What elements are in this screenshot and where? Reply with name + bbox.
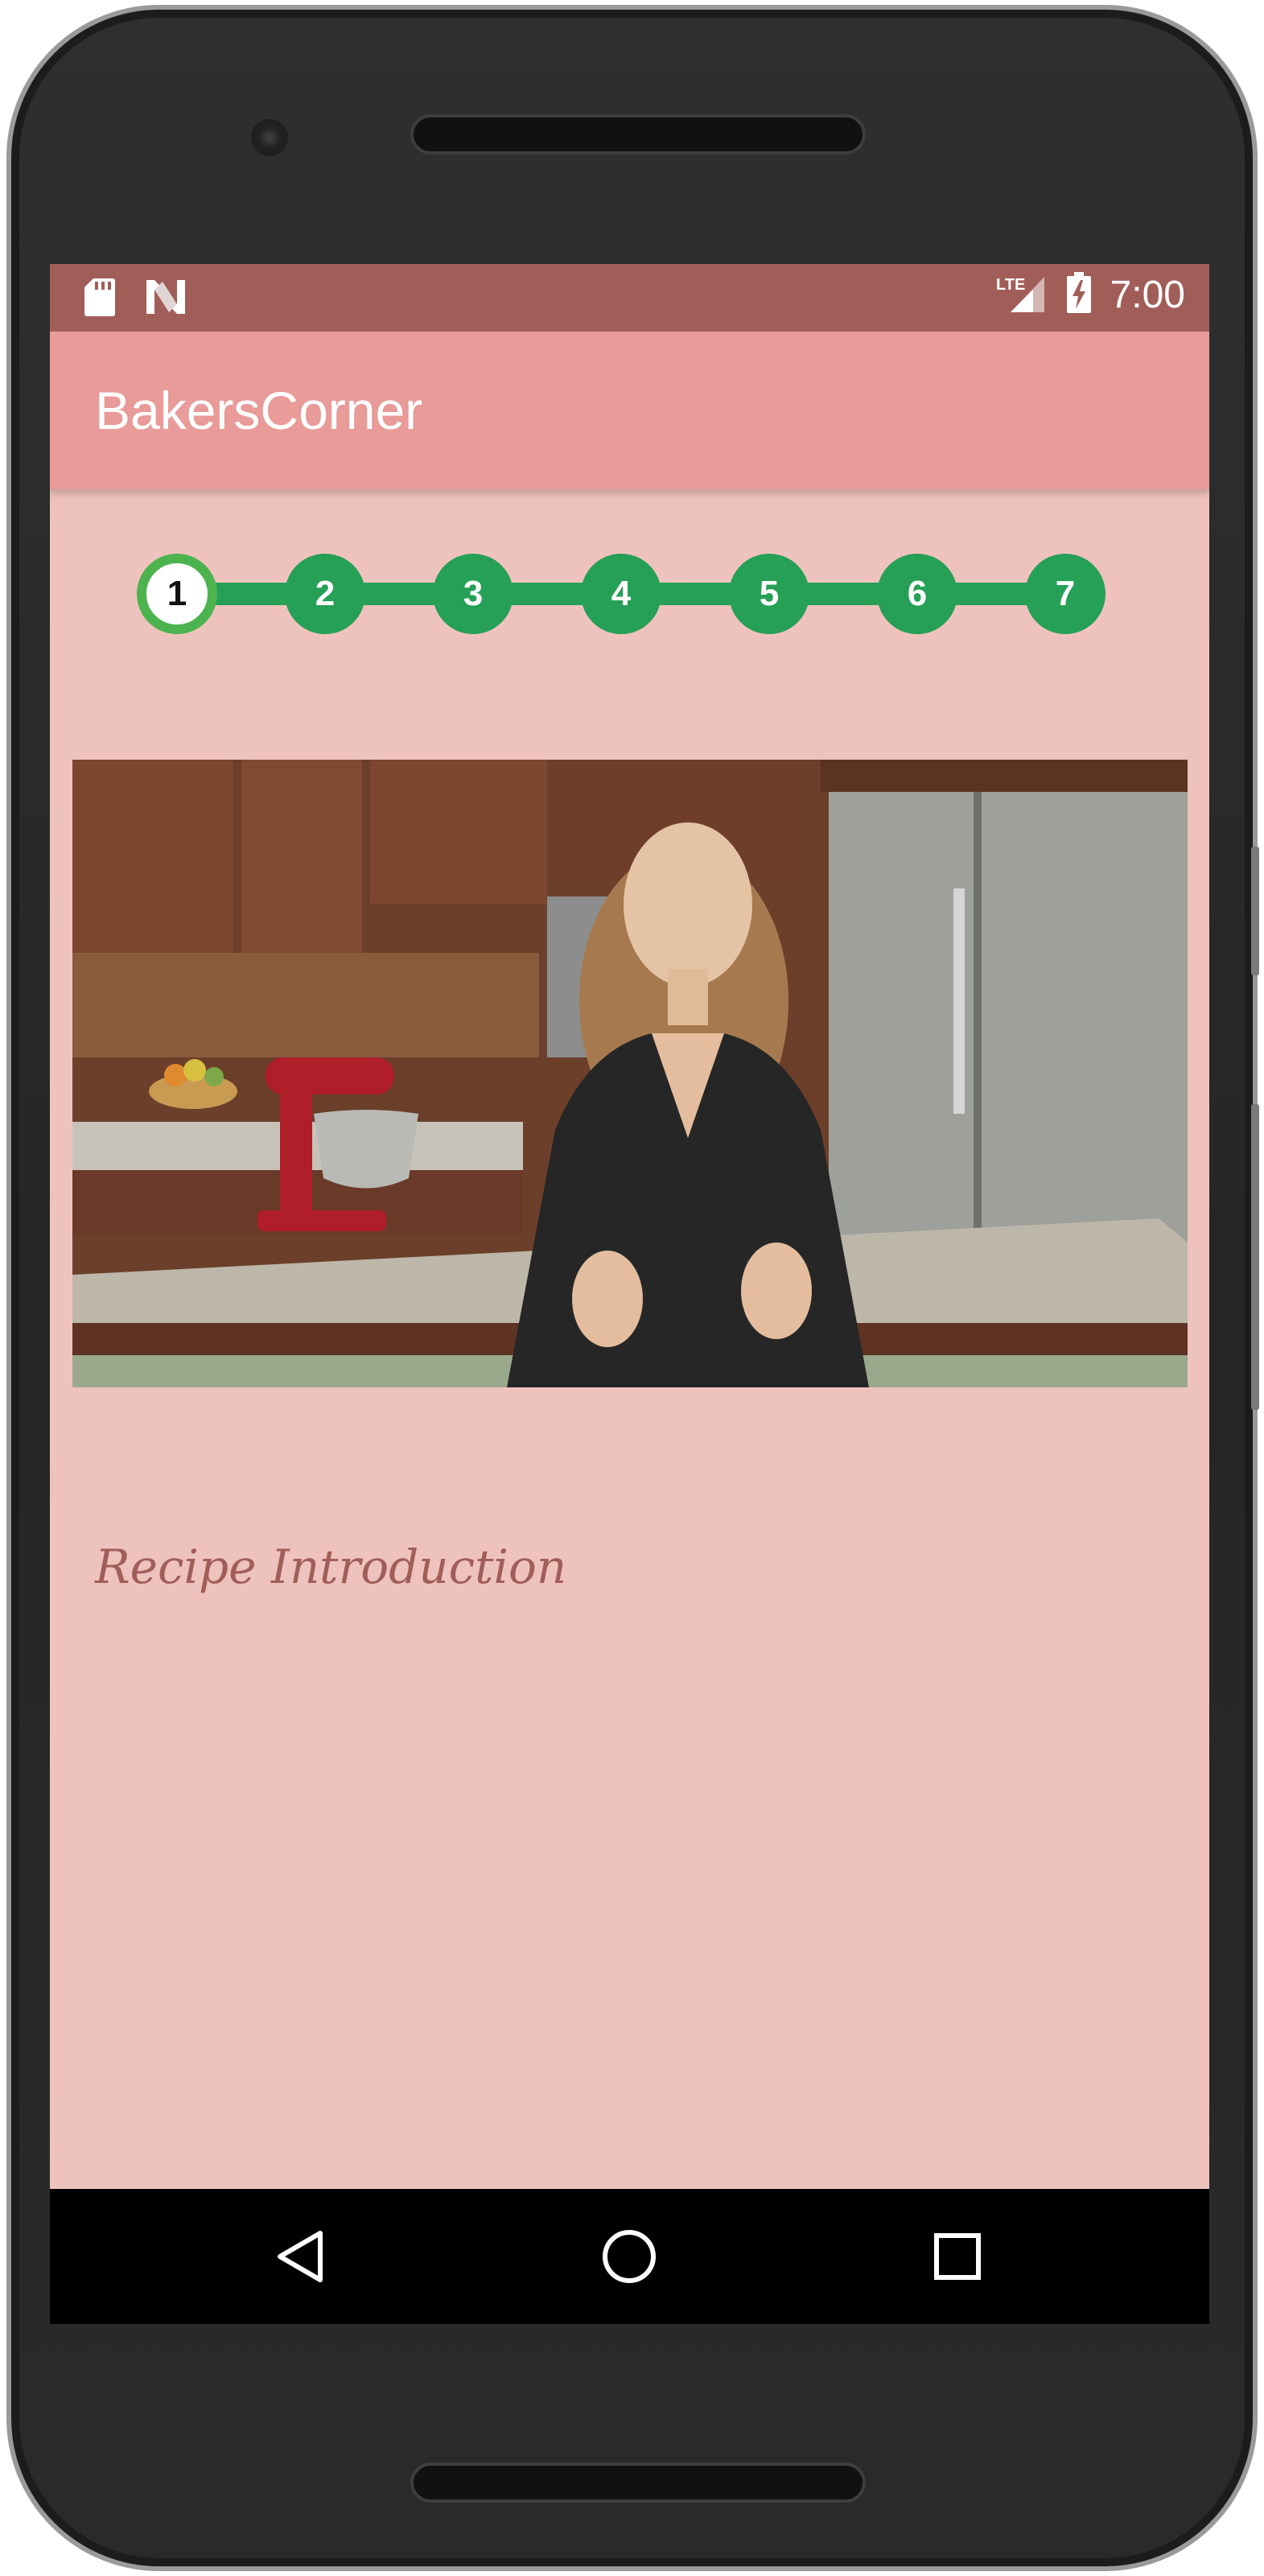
status-bar: LTE 7:00 [50,264,1209,332]
n-logo-icon [145,278,187,319]
navigation-bar [50,2189,1209,2324]
step-4[interactable]: 4 [581,554,661,634]
step-6[interactable]: 6 [877,554,957,634]
status-time: 7:00 [1110,274,1185,316]
app-title: BakersCorner [95,381,423,440]
step-5[interactable]: 5 [729,554,809,634]
video-player[interactable] [72,760,1188,1387]
volume-button [1251,847,1259,975]
lte-signal-icon: LTE [996,272,1048,318]
app-bar: BakersCorner [50,332,1209,489]
video-frame-image [72,760,1188,1387]
top-speaker [410,114,866,155]
step-2[interactable]: 2 [285,554,365,634]
step-7[interactable]: 7 [1025,554,1105,634]
status-right-icons: LTE 7:00 [996,272,1185,318]
recents-icon[interactable] [925,2224,990,2289]
back-icon[interactable] [269,2224,333,2289]
step-3[interactable]: 3 [433,554,513,634]
front-camera [251,119,288,156]
sd-card-icon [84,277,116,321]
step-1[interactable]: 1 [137,554,217,634]
bottom-speaker [410,2463,866,2503]
home-icon[interactable] [597,2224,661,2289]
svg-text:LTE: LTE [996,276,1025,294]
screen: LTE 7:00 BakersCorner 1 2 3 4 5 6 7 Reci… [50,264,1209,2324]
power-button [1251,1104,1259,1410]
status-left-icons [84,277,187,321]
step-indicator: 1 2 3 4 5 6 7 [137,546,1115,642]
step-description: Recipe Introduction [95,1539,567,1594]
battery-charging-icon [1065,272,1093,318]
